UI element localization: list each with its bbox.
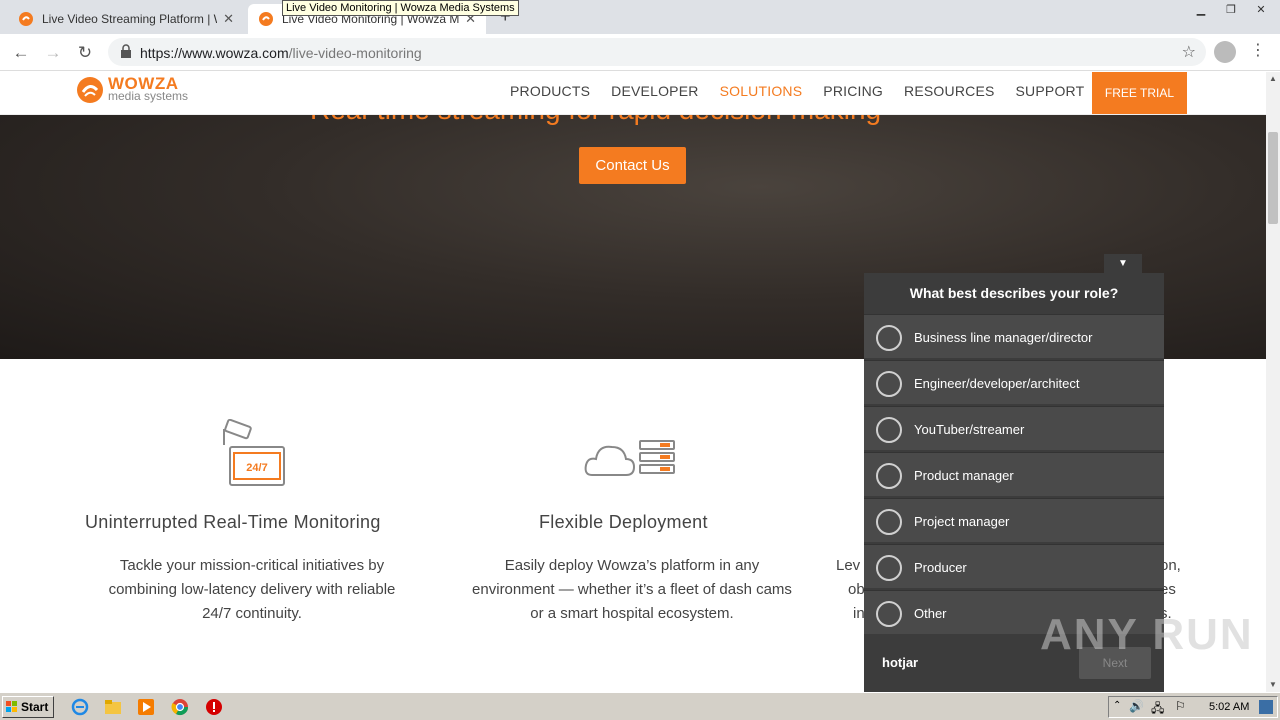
radio-icon[interactable]: [876, 417, 902, 443]
cloud-server-icon: [584, 440, 675, 476]
bookmark-star-icon[interactable]: ☆: [1182, 42, 1196, 62]
nav-solutions[interactable]: SOLUTIONS: [720, 83, 803, 99]
wowza-favicon-icon: [259, 12, 273, 26]
restore-icon[interactable]: ❐: [1218, 2, 1244, 18]
nav-resources[interactable]: RESOURCES: [904, 83, 994, 99]
url-host: https://www.wowza.com: [140, 45, 289, 61]
url-path: /live-video-monitoring: [288, 45, 422, 61]
desc-line: es: [1160, 581, 1176, 598]
feature-desc-monitoring: Tackle your mission-critical initiatives…: [80, 554, 424, 626]
survey-option[interactable]: Project manager: [864, 498, 1164, 542]
taskbar-clock[interactable]: 5:02 AM: [1209, 701, 1249, 713]
feature-desc-deployment: Easily deploy Wowza’s platform in any en…: [452, 554, 812, 626]
survey-option-label: Product manager: [914, 468, 1014, 483]
site-header: WOWZA media systems PRODUCTS DEVELOPER S…: [0, 72, 1266, 115]
wowza-logo[interactable]: WOWZA media systems: [76, 75, 189, 104]
minimize-icon[interactable]: ▁: [1188, 2, 1214, 18]
forward-arrow-icon[interactable]: →: [42, 42, 64, 64]
survey-option-label: Other: [914, 606, 947, 621]
windows-taskbar: Start ⌃ 🔊 🖧 ⚐ 5:02 AM: [0, 692, 1280, 720]
window-controls: ▁ ❐ ✕: [1188, 2, 1274, 18]
wowza-logo-icon: [77, 77, 103, 103]
radio-icon[interactable]: [876, 509, 902, 535]
nav-developer[interactable]: DEVELOPER: [611, 83, 698, 99]
survey-option-label: YouTuber/streamer: [914, 422, 1025, 437]
volume-icon[interactable]: 🔊: [1129, 699, 1144, 713]
survey-option[interactable]: Product manager: [864, 452, 1164, 496]
network-icon[interactable]: 🖧: [1151, 699, 1164, 720]
reload-icon[interactable]: ↻: [74, 42, 96, 64]
survey-collapse-chevron-icon[interactable]: ▼: [1104, 254, 1142, 274]
address-bar[interactable]: https://www.wowza.com/live-video-monitor…: [108, 38, 1206, 66]
system-tray: ⌃ 🔊 🖧 ⚐ 5:02 AM: [1108, 696, 1278, 718]
start-label: Start: [21, 700, 49, 714]
anyrun-watermark: ANY RUN: [1040, 610, 1254, 659]
action-center-flag-icon[interactable]: ⚐: [1175, 699, 1186, 713]
wowza-favicon-icon: [19, 12, 33, 26]
alert-app-icon[interactable]: [205, 698, 223, 716]
nav-support[interactable]: SUPPORT: [1016, 83, 1085, 99]
survey-option[interactable]: Producer: [864, 544, 1164, 588]
scroll-up-icon[interactable]: ▲: [1266, 72, 1280, 86]
radio-icon[interactable]: [876, 601, 902, 627]
browser-tab-bar: Live Video Streaming Platform | Wow ✕ Li…: [0, 0, 1280, 34]
desc-line: environment — whether it’s a fleet of da…: [472, 581, 792, 598]
browser-tab-1[interactable]: Live Video Streaming Platform | Wow ✕: [8, 4, 244, 34]
survey-option-label: Producer: [914, 560, 967, 575]
nav-products[interactable]: PRODUCTS: [510, 83, 590, 99]
scroll-thumb[interactable]: [1268, 132, 1278, 224]
media-player-icon[interactable]: [137, 698, 155, 716]
scroll-down-icon[interactable]: ▼: [1266, 678, 1280, 692]
show-desktop-icon[interactable]: [1259, 700, 1273, 714]
survey-option[interactable]: YouTuber/streamer: [864, 406, 1164, 450]
svg-text:24/7: 24/7: [246, 462, 267, 474]
survey-option[interactable]: Engineer/developer/architect: [864, 360, 1164, 404]
survey-option-label: Engineer/developer/architect: [914, 376, 1080, 391]
start-button[interactable]: Start: [2, 696, 54, 718]
browser-menu-icon[interactable]: ⋮: [1250, 40, 1266, 60]
radio-icon[interactable]: [876, 325, 902, 351]
desc-line: on,: [1160, 557, 1181, 574]
free-trial-button[interactable]: FREE TRIAL: [1092, 72, 1187, 114]
chrome-icon[interactable]: [171, 698, 189, 716]
contact-us-button[interactable]: Contact Us: [579, 147, 686, 184]
file-explorer-icon[interactable]: [104, 698, 122, 716]
tab-tooltip: Live Video Monitoring | Wowza Media Syst…: [282, 0, 519, 16]
feature-title-deployment: Flexible Deployment: [539, 512, 708, 532]
desc-line: Tackle your mission-critical initiatives…: [119, 557, 385, 574]
profile-avatar-icon[interactable]: [1214, 41, 1236, 63]
close-tab-icon[interactable]: ✕: [223, 11, 234, 27]
tab-title: Live Video Streaming Platform | Wow: [42, 12, 217, 26]
survey-option-label: Project manager: [914, 514, 1010, 529]
logo-sub-text: media systems: [108, 89, 189, 103]
radio-icon[interactable]: [876, 463, 902, 489]
desc-line: combining low-latency delivery with reli…: [108, 581, 396, 598]
survey-question: What best describes your role?: [909, 285, 1119, 301]
close-window-icon[interactable]: ✕: [1248, 2, 1274, 18]
url-text: https://www.wowza.com/live-video-monitor…: [140, 45, 422, 61]
monitoring-camera-icon: 24/7: [223, 419, 285, 486]
survey-option[interactable]: Business line manager/director: [864, 314, 1164, 358]
main-navigation: PRODUCTS DEVELOPER SOLUTIONS PRICING RES…: [510, 83, 1105, 99]
lock-icon: [121, 44, 131, 58]
survey-option-label: Business line manager/director: [914, 330, 1093, 345]
tray-expand-icon[interactable]: ⌃: [1113, 700, 1121, 711]
radio-icon[interactable]: [876, 371, 902, 397]
desc-line: or a smart hospital ecosystem.: [530, 605, 734, 622]
desc-line: 24/7 continuity.: [202, 605, 302, 622]
browser-toolbar: ← → ↻ https://www.wowza.com/live-video-m…: [0, 34, 1280, 71]
feature-title-monitoring: Uninterrupted Real-Time Monitoring: [85, 512, 381, 532]
hotjar-brand[interactable]: hotjar: [882, 655, 918, 670]
desc-line: Easily deploy Wowza’s platform in any: [504, 557, 760, 574]
nav-pricing[interactable]: PRICING: [823, 83, 883, 99]
page-scrollbar[interactable]: ▲ ▼: [1266, 72, 1280, 692]
back-arrow-icon[interactable]: ←: [10, 42, 32, 64]
windows-logo-icon: [6, 701, 17, 712]
internet-explorer-icon[interactable]: [71, 698, 89, 716]
radio-icon[interactable]: [876, 555, 902, 581]
